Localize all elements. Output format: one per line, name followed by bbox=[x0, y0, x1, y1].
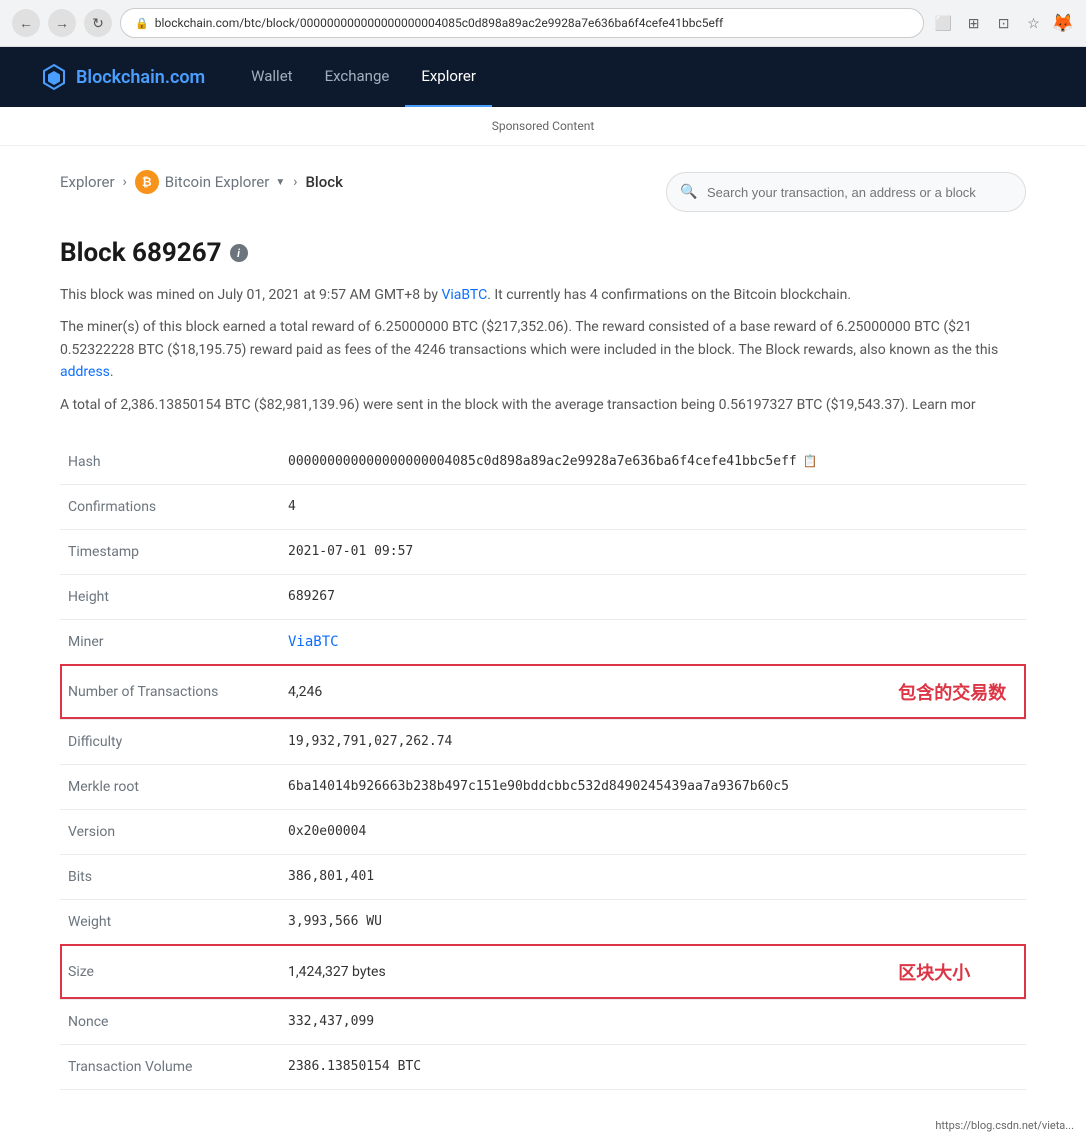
table-row: Hash000000000000000000004085c0d898a89ac2… bbox=[60, 440, 1026, 485]
table-row: Transaction Volume2386.13850154 BTC bbox=[60, 1044, 1026, 1089]
nav-exchange[interactable]: Exchange bbox=[309, 47, 406, 107]
sponsored-label: Sponsored Content bbox=[492, 119, 595, 133]
table-value-confirmations: 4 bbox=[280, 484, 870, 529]
url-text: blockchain.com/btc/block/000000000000000… bbox=[155, 16, 724, 30]
table-key-transaction-volume: Transaction Volume bbox=[60, 1044, 280, 1089]
table-row: Timestamp2021-07-01 09:57 bbox=[60, 529, 1026, 574]
url-bar[interactable]: 🔒 blockchain.com/btc/block/0000000000000… bbox=[120, 8, 924, 38]
table-value-number-of-transactions: 4,246 bbox=[280, 664, 870, 719]
browser-chrome: ← → ↻ 🔒 blockchain.com/btc/block/0000000… bbox=[0, 0, 1086, 47]
desc-1: This block was mined on July 01, 2021 at… bbox=[60, 284, 1026, 306]
table-row: Nonce332,437,099 bbox=[60, 999, 1026, 1044]
viabtc-link-1[interactable]: ViaBTC bbox=[441, 287, 487, 303]
table-value-height: 689267 bbox=[280, 574, 870, 619]
breadcrumb-row: Explorer › ₿ Bitcoin Explorer ▼ › Block … bbox=[60, 170, 1026, 214]
breadcrumb-sep-2: › bbox=[293, 174, 297, 190]
desc-2: The miner(s) of this block earned a tota… bbox=[60, 316, 1026, 383]
table-key-weight: Weight bbox=[60, 899, 280, 944]
bookmark-button[interactable]: ☆ bbox=[1022, 11, 1046, 35]
search-input[interactable] bbox=[666, 172, 1026, 212]
table-value-timestamp: 2021-07-01 09:57 bbox=[280, 529, 870, 574]
table-value-merkle-root: 6ba14014b926663b238b497c151e90bddcbbc532… bbox=[280, 764, 870, 809]
table-key-merkle-root: Merkle root bbox=[60, 764, 280, 809]
table-row: Miner ViaBTC bbox=[60, 619, 1026, 664]
cast-button[interactable]: ⬜ bbox=[932, 11, 956, 35]
screenshot-button[interactable]: ⊞ bbox=[962, 11, 986, 35]
table-row: Version0x20e00004 bbox=[60, 809, 1026, 854]
table-key-timestamp: Timestamp bbox=[60, 529, 280, 574]
bitcoin-explorer-label: Bitcoin Explorer bbox=[165, 173, 270, 191]
table-row: Bits386,801,401 bbox=[60, 854, 1026, 899]
table-value-hash: 000000000000000000004085c0d898a89ac2e992… bbox=[280, 440, 870, 485]
copy-icon[interactable]: 📋 bbox=[803, 454, 818, 468]
table-value-weight: 3,993,566 WU bbox=[280, 899, 870, 944]
desc-3: A total of 2,386.13850154 BTC ($82,981,1… bbox=[60, 394, 1026, 416]
table-value-nonce: 332,437,099 bbox=[280, 999, 870, 1044]
forward-button[interactable]: → bbox=[48, 9, 76, 37]
search-icon: 🔍 bbox=[680, 184, 697, 200]
table-key-height: Height bbox=[60, 574, 280, 619]
logo-text: Blockchain.com bbox=[76, 67, 205, 88]
table-key-size: Size bbox=[60, 944, 280, 999]
extensions-button[interactable]: ⊡ bbox=[992, 11, 1016, 35]
search-bar: 🔍 bbox=[666, 172, 1026, 212]
main-content: Explorer › ₿ Bitcoin Explorer ▼ › Block … bbox=[0, 146, 1086, 1114]
viabtc-link[interactable]: ViaBTC bbox=[288, 634, 339, 650]
block-title: Block 689267 i bbox=[60, 238, 1026, 268]
table-row: Number of Transactions4,246包含的交易数 bbox=[60, 664, 1026, 719]
table-value-version: 0x20e00004 bbox=[280, 809, 870, 854]
info-icon[interactable]: i bbox=[230, 244, 248, 262]
table-key-number-of-transactions: Number of Transactions bbox=[60, 664, 280, 719]
table-key-miner: Miner bbox=[60, 619, 280, 664]
site-nav: Blockchain.com Wallet Exchange Explorer bbox=[0, 47, 1086, 107]
block-data-table: Hash000000000000000000004085c0d898a89ac2… bbox=[60, 440, 1026, 1090]
breadcrumb-explorer[interactable]: Explorer bbox=[60, 173, 115, 191]
dropdown-arrow-icon: ▼ bbox=[275, 177, 285, 188]
breadcrumb-block: Block bbox=[305, 173, 342, 191]
table-key-version: Version bbox=[60, 809, 280, 854]
table-key-nonce: Nonce bbox=[60, 999, 280, 1044]
table-value-miner[interactable]: ViaBTC bbox=[280, 619, 870, 664]
address-link[interactable]: address bbox=[60, 364, 110, 380]
sponsored-bar: Sponsored Content bbox=[0, 107, 1086, 146]
table-key-confirmations: Confirmations bbox=[60, 484, 280, 529]
block-title-text: Block 689267 bbox=[60, 238, 222, 268]
table-value-difficulty: 19,932,791,027,262.74 bbox=[280, 719, 870, 764]
reload-button[interactable]: ↻ bbox=[84, 9, 112, 37]
breadcrumb-sep-1: › bbox=[123, 174, 127, 190]
breadcrumb: Explorer › ₿ Bitcoin Explorer ▼ › Block bbox=[60, 170, 343, 194]
table-row: Merkle root6ba14014b926663b238b497c151e9… bbox=[60, 764, 1026, 809]
table-key-bits: Bits bbox=[60, 854, 280, 899]
blockchain-logo-icon bbox=[40, 63, 68, 91]
annotation-size: 区块大小 bbox=[870, 944, 1026, 999]
btc-icon: ₿ bbox=[135, 170, 159, 194]
table-row: Difficulty19,932,791,027,262.74 bbox=[60, 719, 1026, 764]
nav-explorer[interactable]: Explorer bbox=[405, 47, 492, 107]
breadcrumb-bitcoin-explorer[interactable]: ₿ Bitcoin Explorer ▼ bbox=[135, 170, 285, 194]
nav-wallet[interactable]: Wallet bbox=[235, 47, 308, 107]
table-key-difficulty: Difficulty bbox=[60, 719, 280, 764]
browser-icons: ⬜ ⊞ ⊡ ☆ 🦊 bbox=[932, 11, 1074, 35]
table-row: Confirmations4 bbox=[60, 484, 1026, 529]
table-value-bits: 386,801,401 bbox=[280, 854, 870, 899]
table-row: Size1,424,327 bytes区块大小 bbox=[60, 944, 1026, 999]
account-avatar: 🦊 bbox=[1052, 13, 1074, 34]
annotation-number-of-transactions: 包含的交易数 bbox=[870, 664, 1026, 719]
watermark: https://blog.csdn.net/vieta... bbox=[931, 1117, 1078, 1134]
table-key-hash: Hash bbox=[60, 440, 280, 485]
lock-icon: 🔒 bbox=[135, 17, 149, 30]
site-logo: Blockchain.com bbox=[40, 63, 205, 91]
table-row: Height689267 bbox=[60, 574, 1026, 619]
table-row: Weight3,993,566 WU bbox=[60, 899, 1026, 944]
table-value-size: 1,424,327 bytes bbox=[280, 944, 870, 999]
back-button[interactable]: ← bbox=[12, 9, 40, 37]
table-value-transaction-volume: 2386.13850154 BTC bbox=[280, 1044, 870, 1089]
